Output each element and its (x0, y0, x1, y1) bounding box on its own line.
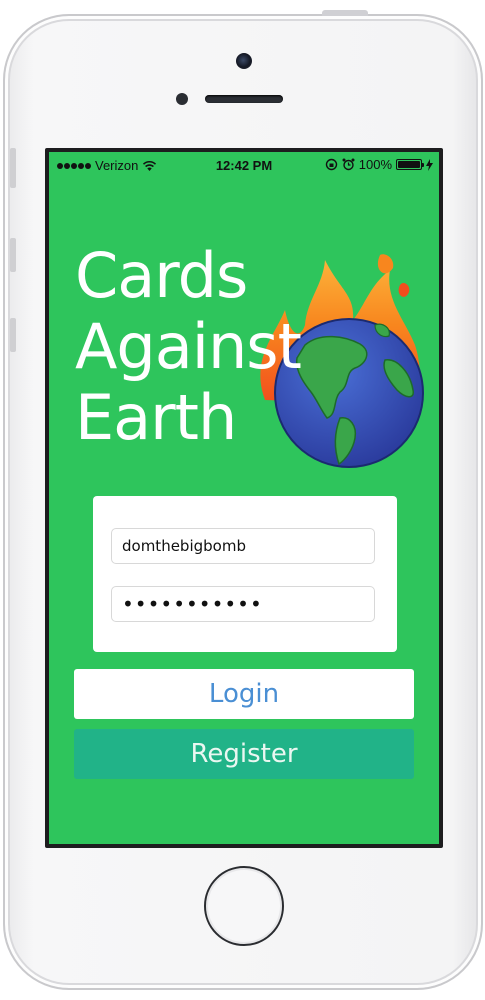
front-camera (236, 53, 252, 69)
login-button[interactable]: Login (74, 669, 414, 719)
volume-up-button[interactable] (10, 238, 16, 272)
battery-percent: 100% (358, 157, 392, 172)
app-title-line-2: Against (75, 310, 302, 383)
mute-switch[interactable] (10, 148, 16, 188)
proximity-sensor (176, 93, 188, 105)
battery-icon (396, 159, 424, 170)
app-title-line-3: Earth (75, 381, 237, 454)
alarm-icon (342, 158, 355, 171)
status-right-group: 100% (325, 157, 433, 172)
app-screen: Verizon 12:42 PM 100% Cards Against Eart… (49, 152, 439, 844)
charging-bolt-icon (426, 158, 433, 171)
rotation-lock-icon (325, 158, 337, 171)
register-button[interactable]: Register (74, 729, 414, 779)
app-title-line-1: Cards (75, 239, 248, 312)
login-form-card: domthebigbomb ••••••••••• (93, 496, 397, 652)
battery-level-fill (398, 161, 420, 168)
status-bar: Verizon 12:42 PM 100% (49, 152, 439, 178)
volume-down-button[interactable] (10, 318, 16, 352)
password-input[interactable]: ••••••••••• (111, 586, 375, 622)
earpiece-speaker (205, 95, 283, 103)
username-input[interactable]: domthebigbomb (111, 528, 375, 564)
home-button[interactable] (204, 866, 284, 946)
sleep-wake-button[interactable] (322, 10, 368, 16)
